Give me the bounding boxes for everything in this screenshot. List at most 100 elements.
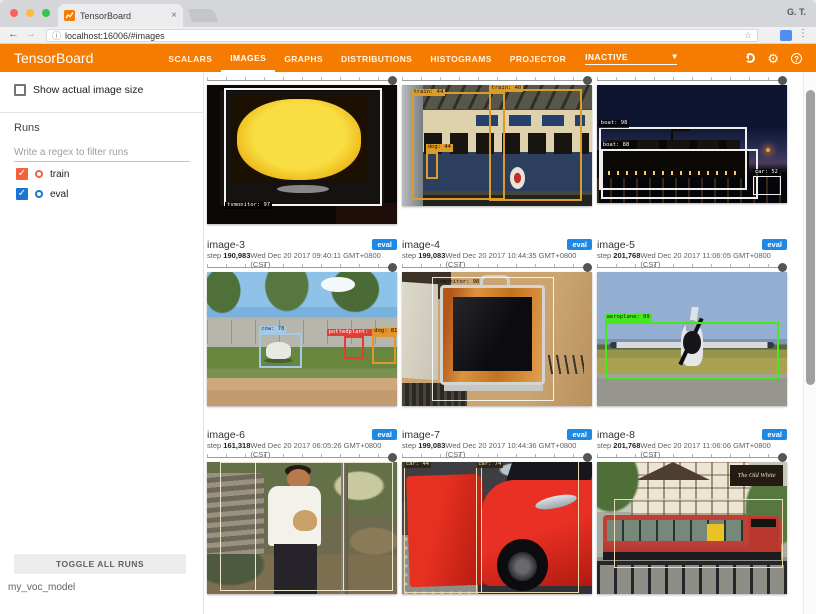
image-preview: train: 44 train: 40 dog: 44: [402, 85, 592, 206]
image-card: image-6 eval step 161,318 Wed Dec 20 201…: [207, 428, 397, 594]
step-slider[interactable]: [402, 451, 592, 462]
step-text: step 199,083: [402, 251, 445, 260]
browser-window: TensorBoard × G. T. ← → ⓘ localhost:1600…: [0, 0, 816, 614]
step-slider[interactable]: [402, 74, 592, 85]
image-preview: car: 44 car: 74: [402, 462, 592, 594]
slider-handle[interactable]: [778, 453, 787, 462]
image-preview: The Old White: [597, 462, 787, 594]
step-text: step 201,768: [597, 251, 640, 260]
status-dropdown[interactable]: INACTIVE ▾: [585, 51, 677, 65]
bounding-box-label: tvmonitor: 98: [434, 279, 481, 286]
image-card: image-3 eval step 190,983 Wed Dec 20 201…: [207, 238, 397, 406]
step-slider[interactable]: [207, 451, 397, 462]
bounding-box-label: boat: 98: [599, 120, 630, 127]
slider-handle[interactable]: [583, 76, 592, 85]
slider-handle[interactable]: [778, 263, 787, 272]
page-scrollbar[interactable]: [803, 72, 816, 614]
image-card: image-8 eval step 201,768 Wed Dec 20 201…: [597, 428, 787, 594]
browser-tab[interactable]: TensorBoard ×: [58, 4, 183, 27]
step-slider[interactable]: [207, 261, 397, 272]
gear-icon[interactable]: ⚙: [767, 52, 779, 65]
scrollbar-thumb[interactable]: [806, 90, 815, 385]
image-card: image-7 eval step 199,083 Wed Dec 20 201…: [402, 428, 592, 594]
checkbox-checked[interactable]: ✓: [16, 168, 28, 180]
run-item-train[interactable]: ✓ train: [16, 168, 69, 180]
step-slider[interactable]: [402, 261, 592, 272]
image-tag-name: image-3: [207, 239, 245, 251]
divider: [0, 112, 204, 113]
tab-images[interactable]: IMAGES: [221, 44, 275, 72]
tab-graphs[interactable]: GRAPHS: [275, 45, 332, 71]
browser-profile-name[interactable]: G. T.: [787, 7, 806, 17]
image-preview: cow: 78 pottedplant: 87 dog: 81: [207, 272, 397, 406]
window-zoom-button[interactable]: [42, 9, 50, 17]
bounding-box: [404, 462, 482, 593]
tab-close-icon[interactable]: ×: [171, 10, 177, 21]
url-field[interactable]: ⓘ localhost:16006/#images ☆: [46, 29, 758, 42]
slider-handle[interactable]: [583, 453, 592, 462]
step-slider[interactable]: [207, 74, 397, 85]
image-tag-name: image-5: [597, 239, 635, 251]
runs-title: Runs: [14, 122, 40, 134]
refresh-icon[interactable]: [745, 53, 755, 63]
tab-distributions[interactable]: DISTRIBUTIONS: [332, 45, 421, 71]
step-text: step 199,083: [402, 441, 445, 450]
image-preview: aeroplane: 99: [597, 272, 787, 406]
bookmark-star-icon[interactable]: ☆: [744, 30, 752, 41]
image-tag-name: image-7: [402, 429, 440, 441]
bounding-box-label: car: 74: [476, 462, 503, 468]
slider-handle[interactable]: [778, 76, 787, 85]
bounding-box: [224, 88, 382, 206]
bounding-box-label: tvmonitor: 97: [225, 202, 272, 209]
forward-icon[interactable]: →: [25, 28, 36, 40]
window-minimize-button[interactable]: [26, 9, 34, 17]
tab-scalars[interactable]: SCALARS: [159, 45, 221, 71]
checkbox-checked[interactable]: ✓: [16, 188, 28, 200]
slider-handle[interactable]: [583, 263, 592, 272]
image-card: boat: 98 boat: 88 car: 52: [597, 74, 787, 224]
image-preview: [207, 462, 397, 594]
image-card: image-5 eval step 201,768 Wed Dec 20 201…: [597, 238, 787, 406]
slider-handle[interactable]: [388, 453, 397, 462]
run-badge: eval: [372, 429, 397, 440]
run-badge: eval: [567, 239, 592, 250]
show-actual-size-label: Show actual image size: [33, 84, 143, 96]
images-dashboard: tvmonitor: 97 t: [204, 72, 801, 614]
help-icon[interactable]: ?: [791, 53, 802, 64]
image-tag-name: image-4: [402, 239, 440, 251]
browser-menu-icon[interactable]: ⋮: [798, 28, 808, 39]
step-slider[interactable]: [597, 74, 787, 85]
tensorboard-favicon: [64, 10, 75, 21]
new-tab-button[interactable]: [188, 9, 218, 22]
browser-toolbar: ← → ⓘ localhost:16006/#images ☆ ⋮: [0, 27, 816, 44]
bounding-box-label: train: 44: [412, 89, 446, 96]
run-filter-input[interactable]: [14, 144, 190, 162]
image-card: image-4 eval step 199,083 Wed Dec 20 201…: [402, 238, 592, 406]
window-close-button[interactable]: [10, 9, 18, 17]
page-info-icon[interactable]: ⓘ: [52, 29, 61, 42]
pub-sign-text: The Old White: [738, 472, 776, 479]
step-text: step 201,768: [597, 441, 640, 450]
checkbox-unchecked[interactable]: [14, 84, 26, 96]
bounding-box: [372, 335, 396, 364]
run-badge: eval: [762, 239, 787, 250]
extension-icon[interactable]: [780, 30, 792, 41]
bounding-box-label: aeroplane: 99: [605, 314, 652, 321]
bounding-box: [753, 176, 782, 195]
tab-projector[interactable]: PROJECTOR: [501, 45, 575, 71]
tab-histograms[interactable]: HISTOGRAMS: [421, 45, 500, 71]
image-card: train: 44 train: 40 dog: 44: [402, 74, 592, 224]
toggle-all-runs-button[interactable]: TOGGLE ALL RUNS: [14, 554, 186, 574]
image-card: tvmonitor: 97: [207, 74, 397, 224]
show-actual-size-toggle[interactable]: Show actual image size: [14, 84, 143, 96]
back-icon[interactable]: ←: [8, 28, 19, 40]
step-slider[interactable]: [597, 451, 787, 462]
slider-handle[interactable]: [388, 263, 397, 272]
bounding-box-label: car: 44: [404, 462, 431, 468]
bounding-box: [432, 277, 554, 400]
step-slider[interactable]: [597, 261, 787, 272]
run-item-eval[interactable]: ✓ eval: [16, 188, 68, 200]
pub-sign: The Old White: [730, 465, 783, 486]
bounding-box: [601, 149, 759, 200]
slider-handle[interactable]: [388, 76, 397, 85]
